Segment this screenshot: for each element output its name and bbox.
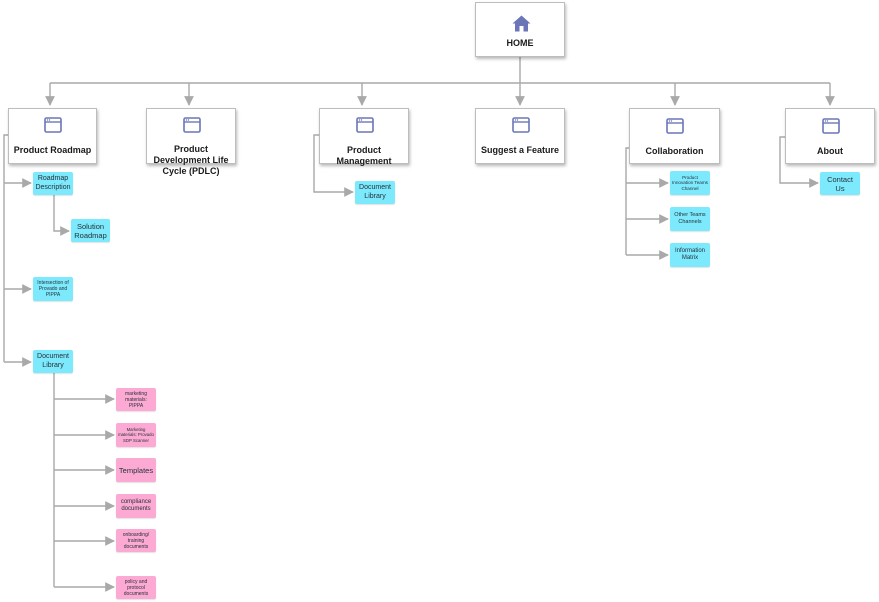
note-roadmap-description[interactable]: Roadmap Description bbox=[33, 172, 73, 195]
section-product-management[interactable]: Product Management bbox=[319, 108, 409, 166]
section-label: Product Management bbox=[336, 145, 392, 166]
home-icon bbox=[512, 15, 531, 32]
browser-window-icon bbox=[512, 117, 530, 133]
section-label: About bbox=[817, 146, 843, 156]
note-compliance[interactable]: compliance documents bbox=[116, 494, 156, 518]
note-templates[interactable]: Templates bbox=[116, 458, 156, 482]
section-product-roadmap[interactable]: Product Roadmap bbox=[8, 108, 97, 164]
browser-window-icon bbox=[822, 118, 840, 134]
note-management-document-library[interactable]: Document Library bbox=[355, 181, 395, 204]
section-label: Product Roadmap bbox=[13, 145, 92, 155]
browser-window-icon bbox=[183, 117, 201, 133]
note-onboarding[interactable]: onboarding/ training documents bbox=[116, 529, 156, 552]
note-information-matrix[interactable]: Information Matrix bbox=[670, 243, 710, 267]
note-solution-roadmap[interactable]: Solution Roadmap bbox=[71, 219, 110, 242]
browser-window-icon bbox=[44, 117, 62, 133]
note-other-teams[interactable]: Other Teams Channels bbox=[670, 207, 710, 231]
note-innovation-channel[interactable]: Product Innovation Teams Channel bbox=[670, 171, 710, 195]
browser-window-icon bbox=[356, 117, 374, 133]
arrow-to-solution-roadmap bbox=[53, 195, 70, 236]
section-suggest-feature[interactable]: Suggest a Feature bbox=[475, 108, 565, 164]
note-policy[interactable]: policy and protocol documents bbox=[116, 576, 156, 599]
note-marketing-pippa[interactable]: marketing materials: PIPPA bbox=[116, 388, 156, 411]
section-about[interactable]: About bbox=[785, 108, 875, 164]
collab-trunk-line bbox=[625, 147, 630, 255]
note-contact-us[interactable]: Contact Us bbox=[820, 172, 860, 195]
note-roadmap-document-library[interactable]: Document Library bbox=[33, 350, 73, 373]
section-label: Suggest a Feature bbox=[480, 145, 560, 155]
section-label: Collaboration bbox=[645, 146, 704, 156]
note-marketing-provado[interactable]: Marketing materials: Provado SDP Scanner bbox=[116, 423, 156, 447]
browser-window-icon bbox=[666, 118, 684, 134]
section-collaboration[interactable]: Collaboration bbox=[629, 108, 720, 164]
section-label: Product Development Life Cycle (PDLC) bbox=[153, 144, 229, 176]
roadmap-trunk-line bbox=[3, 134, 8, 362]
home-node[interactable]: HOME bbox=[475, 2, 565, 57]
note-intersection[interactable]: Intersection of Provado and PIPPA bbox=[33, 277, 73, 301]
home-label: HOME bbox=[506, 38, 534, 48]
section-pdlc[interactable]: Product Development Life Cycle (PDLC) bbox=[146, 108, 236, 176]
